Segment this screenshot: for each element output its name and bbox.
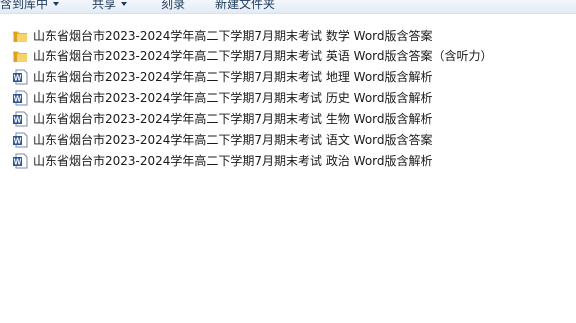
- file-name: 山东省烟台市2023-2024学年高二下学期7月期末考试 生物 Word版含解析: [33, 112, 433, 126]
- include-in-library-button[interactable]: 含到库中: [0, 0, 60, 13]
- list-item[interactable]: W 山东省烟台市2023-2024学年高二下学期7月期末考试 地理 Word版含…: [12, 67, 433, 87]
- word-doc-icon: W: [12, 153, 28, 169]
- burn-label: 刻录: [161, 0, 186, 11]
- folder-icon: [12, 48, 28, 64]
- list-item[interactable]: W 山东省烟台市2023-2024学年高二下学期7月期末考试 生物 Word版含…: [12, 109, 433, 129]
- list-item[interactable]: 山东省烟台市2023-2024学年高二下学期7月期末考试 数学 Word版含答案: [12, 26, 433, 46]
- list-item[interactable]: W 山东省烟台市2023-2024学年高二下学期7月期末考试 政治 Word版含…: [12, 151, 433, 171]
- folder-icon: [12, 28, 28, 44]
- file-name: 山东省烟台市2023-2024学年高二下学期7月期末考试 历史 Word版含解析: [33, 91, 433, 105]
- list-item[interactable]: W 山东省烟台市2023-2024学年高二下学期7月期末考试 语文 Word版含…: [12, 130, 433, 150]
- chevron-down-icon: [121, 2, 128, 6]
- chevron-down-icon: [53, 2, 60, 6]
- new-folder-label: 新建文件夹: [215, 0, 276, 11]
- file-name: 山东省烟台市2023-2024学年高二下学期7月期末考试 政治 Word版含解析: [33, 154, 433, 168]
- file-name: 山东省烟台市2023-2024学年高二下学期7月期末考试 地理 Word版含解析: [33, 70, 433, 84]
- new-folder-button[interactable]: 新建文件夹: [215, 0, 275, 13]
- word-doc-icon: W: [12, 111, 28, 127]
- file-name: 山东省烟台市2023-2024学年高二下学期7月期末考试 英语 Word版含答案…: [33, 49, 493, 63]
- svg-text:W: W: [14, 137, 22, 146]
- word-doc-icon: W: [12, 90, 28, 106]
- file-name: 山东省烟台市2023-2024学年高二下学期7月期末考试 数学 Word版含答案: [33, 29, 433, 43]
- burn-button[interactable]: 刻录: [161, 0, 185, 13]
- include-in-library-label: 含到库中: [0, 0, 49, 11]
- word-doc-icon: W: [12, 132, 28, 148]
- svg-text:W: W: [14, 95, 22, 104]
- svg-text:W: W: [14, 74, 22, 83]
- word-doc-icon: W: [12, 69, 28, 85]
- svg-text:W: W: [14, 158, 22, 167]
- file-name: 山东省烟台市2023-2024学年高二下学期7月期末考试 语文 Word版含答案: [33, 133, 433, 147]
- share-label: 共享: [92, 0, 117, 11]
- share-button[interactable]: 共享: [92, 0, 128, 13]
- svg-text:W: W: [14, 116, 22, 125]
- command-bar: 含到库中 共享 刻录 新建文件夹: [0, 0, 576, 14]
- list-item[interactable]: W 山东省烟台市2023-2024学年高二下学期7月期末考试 历史 Word版含…: [12, 88, 433, 108]
- list-item[interactable]: 山东省烟台市2023-2024学年高二下学期7月期末考试 英语 Word版含答案…: [12, 46, 493, 66]
